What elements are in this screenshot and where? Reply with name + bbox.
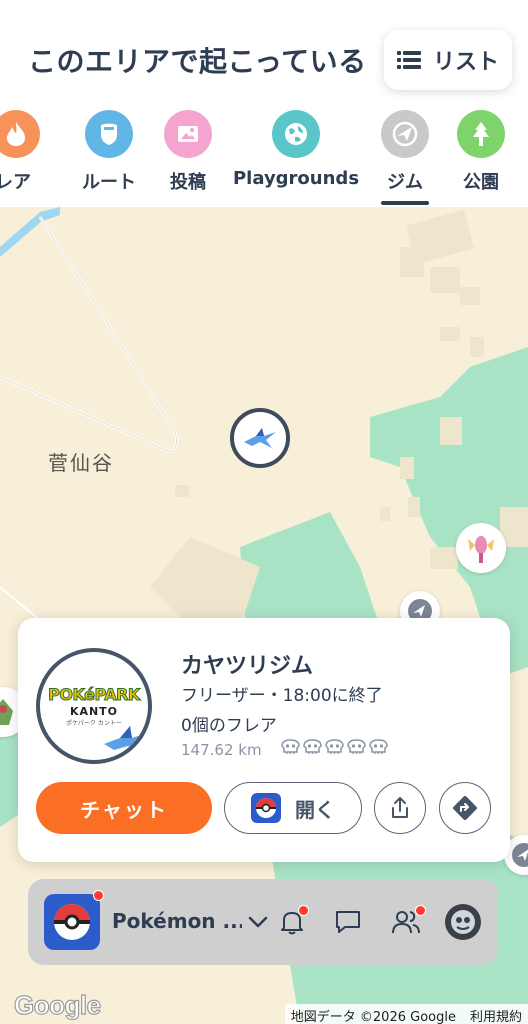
chat-button[interactable]: チャット [36,782,212,834]
map-attribution: 地図データ ©2026 Google 利用規約 [284,1004,528,1024]
tab-route[interactable]: ルート [82,110,136,194]
tab-gym-label: ジム [387,172,423,193]
page-title: このエリアで起こっている [28,45,367,78]
gym-flare-count: 0個のフレア [181,716,277,736]
pokemon-map-pin[interactable] [456,523,506,573]
tab-posts-label: 投稿 [170,172,206,193]
tab-flare[interactable]: フレア [0,110,40,194]
gym-boss-info: フリーザー・18:00に終了 [181,686,383,706]
logo-text-pokepark: POKéPARK [48,685,141,705]
shield-icon [85,110,133,158]
tab-posts[interactable]: 投稿 [164,110,212,194]
pokemon-icon [0,699,13,725]
active-tab-indicator [381,201,429,205]
skull-icon [325,739,344,754]
tab-gym[interactable]: ジム [381,110,429,205]
notifications-button[interactable] [276,905,309,938]
chat-bubble-icon [336,911,360,933]
gym-name: カヤツリジム [181,654,314,679]
pokemon-go-app-icon[interactable] [44,890,104,950]
notification-dot [93,890,104,901]
pokemon-icon [468,536,494,563]
tab-park[interactable]: 公園 [457,110,505,194]
terms-link[interactable]: 利用規約 [470,1006,522,1024]
notification-dot [415,905,426,916]
tab-park-label: 公園 [463,172,499,193]
category-tabs: フレア ルート 投稿 Playgrounds ジ [0,110,528,207]
directions-icon [453,796,477,820]
gym-logo: POKéPARK KANTO ポケパーク カントー [36,648,152,764]
gym-info-card[interactable]: POKéPARK KANTO ポケパーク カントー カヤツリジム フリーザー・1… [18,618,510,862]
skull-icon [369,739,388,754]
list-view-label: リスト [432,50,499,75]
difficulty-rating [281,739,388,755]
list-icon [396,51,421,69]
open-button-label: 開く [295,797,335,822]
gym-map-pin[interactable] [230,408,290,468]
share-button[interactable] [374,782,426,834]
bird-pokemon-icon [244,428,276,448]
profile-button[interactable] [444,903,482,941]
logo-text-kanto: KANTO [69,705,119,718]
friends-button[interactable] [390,905,426,938]
gym-distance: 147.62 km [181,741,262,759]
app-name[interactable]: Pokémon ... [112,909,242,933]
pokemon-go-app-icon [251,793,281,823]
messages-button[interactable] [332,906,364,938]
map-data-credit: 地図データ ©2026 Google [290,1010,456,1024]
gym-icon [512,843,528,867]
share-icon [392,797,408,818]
chevron-down-icon [248,916,268,928]
notification-dot [298,905,309,916]
tab-playgrounds-label: Playgrounds [232,168,360,189]
tab-playgrounds[interactable]: Playgrounds [233,110,359,189]
list-view-button[interactable]: リスト [384,30,512,90]
tree-icon [457,110,505,158]
open-in-app-button[interactable]: 開く [224,782,362,834]
app-switcher-chevron[interactable] [242,906,274,938]
flame-icon [0,110,40,158]
google-logo: Google [13,989,101,1020]
globe-icon [272,110,320,158]
skull-icon [347,739,366,754]
bird-pokemon-icon [104,726,148,754]
skull-icon [281,739,300,754]
skull-icon [303,739,322,754]
bottom-app-bar: Pokémon ... [28,879,498,965]
tab-flare-label: フレア [0,172,31,193]
pokeball-icon [54,904,90,940]
directions-button[interactable] [439,782,491,834]
avatar [445,904,481,940]
map-place-label: 菅仙谷 [48,451,114,475]
header: このエリアで起こっている リスト フレア ルート [0,0,528,207]
gym-icon [381,110,429,158]
image-icon [164,110,212,158]
tab-route-label: ルート [82,172,136,193]
